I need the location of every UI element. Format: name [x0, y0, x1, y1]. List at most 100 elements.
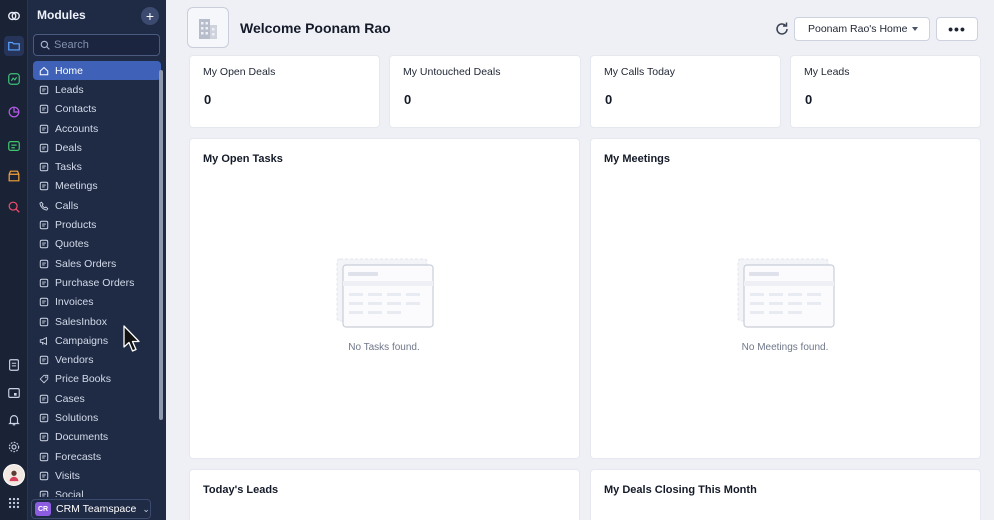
- sidebar-item-label: Calls: [55, 199, 79, 212]
- refresh-icon[interactable]: [774, 21, 790, 37]
- purchase-orders-icon: [39, 278, 49, 288]
- stat-title: My Calls Today: [604, 66, 675, 78]
- quotes-icon: [39, 240, 49, 249]
- sidebar-item-label: Deals: [55, 141, 82, 154]
- stat-card-my-leads[interactable]: My Leads 0: [791, 56, 980, 127]
- sidebar-item-price-tag[interactable]: Price Books: [33, 370, 161, 389]
- sidebar-item-label: Forecasts: [55, 450, 102, 463]
- forecasts-icon: [39, 452, 49, 461]
- mouse-cursor-icon: [123, 325, 140, 352]
- widget-todays-leads: Today's Leads: [190, 470, 579, 520]
- apps-grid-icon[interactable]: [4, 493, 24, 513]
- sidebar-item-leads[interactable]: Leads: [33, 80, 161, 99]
- store-icon[interactable]: [4, 166, 24, 186]
- sidebar-item-cases[interactable]: Cases: [33, 389, 161, 408]
- sidebar-item-label: Price Books: [55, 373, 112, 386]
- megaphone-icon: [39, 336, 47, 345]
- meetings-icon: [39, 182, 49, 191]
- sidebar-item-purchase-orders[interactable]: Purchase Orders: [33, 273, 161, 292]
- more-options-button[interactable]: •••: [936, 17, 978, 41]
- sidebar-item-meetings[interactable]: Meetings: [33, 177, 161, 196]
- vendors-icon: [39, 355, 49, 365]
- dropdown-caret-icon: [912, 27, 918, 31]
- dashboard-header: Welcome Poonam Rao Poonam Rao's Home •••: [166, 0, 994, 56]
- module-list-scrollbar[interactable]: [159, 70, 163, 420]
- sidebar-item-label: Tasks: [55, 161, 82, 174]
- sidebar-item-label: Contacts: [55, 103, 97, 116]
- sidebar-item-phone[interactable]: Calls: [33, 196, 161, 215]
- search-analytics-icon[interactable]: [4, 197, 24, 217]
- empty-table-illustration: [737, 258, 835, 328]
- sidebar-item-label: Solutions: [55, 411, 99, 424]
- sidebar-item-label: Home: [55, 64, 84, 77]
- sidebar-item-label: Accounts: [55, 122, 99, 135]
- home-icon: [39, 66, 49, 75]
- sidebar-item-documents[interactable]: Documents: [33, 428, 161, 447]
- stat-value: 0: [605, 92, 613, 107]
- notes-icon[interactable]: [4, 355, 24, 375]
- sidebar-item-tasks[interactable]: Tasks: [33, 157, 161, 176]
- building-icon: [199, 18, 217, 39]
- sidebar-item-label: Visits: [55, 469, 80, 482]
- analytics-icon[interactable]: [4, 69, 24, 89]
- sidebar-item-label: Products: [55, 219, 97, 232]
- sidebar-item-label: Quotes: [55, 238, 89, 251]
- stat-title: My Leads: [804, 66, 850, 78]
- sidebar-item-label: Campaigns: [55, 334, 109, 347]
- sidebar-item-label: Meetings: [55, 180, 98, 193]
- sales-orders-icon: [39, 259, 49, 268]
- widget-title: Today's Leads: [203, 484, 279, 496]
- solutions-icon: [39, 413, 49, 423]
- sidebar-item-vendors[interactable]: Vendors: [33, 350, 161, 369]
- sidebar-item-label: Social: [55, 489, 84, 497]
- stat-value: 0: [805, 92, 813, 107]
- tasks-icon: [39, 162, 49, 172]
- stat-card-open-deals[interactable]: My Open Deals 0: [190, 56, 379, 127]
- sidebar-item-deals[interactable]: Deals: [33, 138, 161, 157]
- org-logo-placeholder[interactable]: [187, 7, 229, 48]
- sidebar-item-visits[interactable]: Visits: [33, 466, 161, 485]
- stat-title: My Open Deals: [203, 66, 276, 78]
- modules-panel: Modules + Home Leads Contacts Accounts Deals…: [28, 0, 166, 520]
- add-module-button[interactable]: +: [141, 7, 159, 25]
- sidebar-item-sales-orders[interactable]: Sales Orders: [33, 254, 161, 273]
- stat-card-calls-today[interactable]: My Calls Today 0: [591, 56, 780, 127]
- widget-deals-closing: My Deals Closing This Month: [591, 470, 980, 520]
- module-search[interactable]: [33, 34, 160, 56]
- sidebar-item-accounts[interactable]: Accounts: [33, 119, 161, 138]
- widget-title: My Open Tasks: [203, 153, 283, 165]
- pie-chart-icon[interactable]: [4, 102, 24, 122]
- sidebar-item-label: Vendors: [55, 354, 94, 367]
- price-tag-icon: [39, 375, 49, 384]
- contacts-icon: [39, 105, 49, 114]
- cart-icon[interactable]: [4, 136, 24, 156]
- inbox-icon: [39, 317, 49, 326]
- user-avatar[interactable]: [3, 464, 25, 486]
- sidebar-item-social[interactable]: Social: [33, 486, 161, 497]
- sidebar-item-label: Documents: [55, 431, 109, 444]
- folder-icon[interactable]: [4, 36, 24, 56]
- bell-icon[interactable]: [4, 410, 24, 430]
- modules-header: Modules: [37, 8, 86, 22]
- products-icon: [39, 220, 49, 230]
- sidebar-item-products[interactable]: Products: [33, 215, 161, 234]
- crm-logo-icon[interactable]: [4, 6, 24, 26]
- module-list: Home Leads Contacts Accounts Deals Tasks Meeti…: [33, 61, 161, 497]
- search-input[interactable]: [54, 39, 149, 51]
- sidebar-item-label: Invoices: [55, 296, 94, 309]
- sidebar-item-invoices[interactable]: Invoices: [33, 293, 161, 312]
- sidebar-item-solutions[interactable]: Solutions: [33, 408, 161, 427]
- teamspace-switcher[interactable]: CR CRM Teamspace ⌄: [31, 499, 151, 519]
- widget-title: My Meetings: [604, 153, 671, 165]
- sidebar-item-forecasts[interactable]: Forecasts: [33, 447, 161, 466]
- sidebar-item-label: Purchase Orders: [55, 276, 135, 289]
- stat-card-untouched-deals[interactable]: My Untouched Deals 0: [390, 56, 580, 127]
- calendar-widget-icon[interactable]: [4, 383, 24, 403]
- home-view-select[interactable]: Poonam Rao's Home: [794, 17, 930, 41]
- visits-icon: [39, 471, 49, 481]
- phone-icon: [39, 201, 49, 211]
- sidebar-item-contacts[interactable]: Contacts: [33, 100, 161, 119]
- sidebar-item-quotes[interactable]: Quotes: [33, 235, 161, 254]
- settings-icon[interactable]: [4, 437, 24, 457]
- sidebar-item-home[interactable]: Home: [33, 61, 161, 81]
